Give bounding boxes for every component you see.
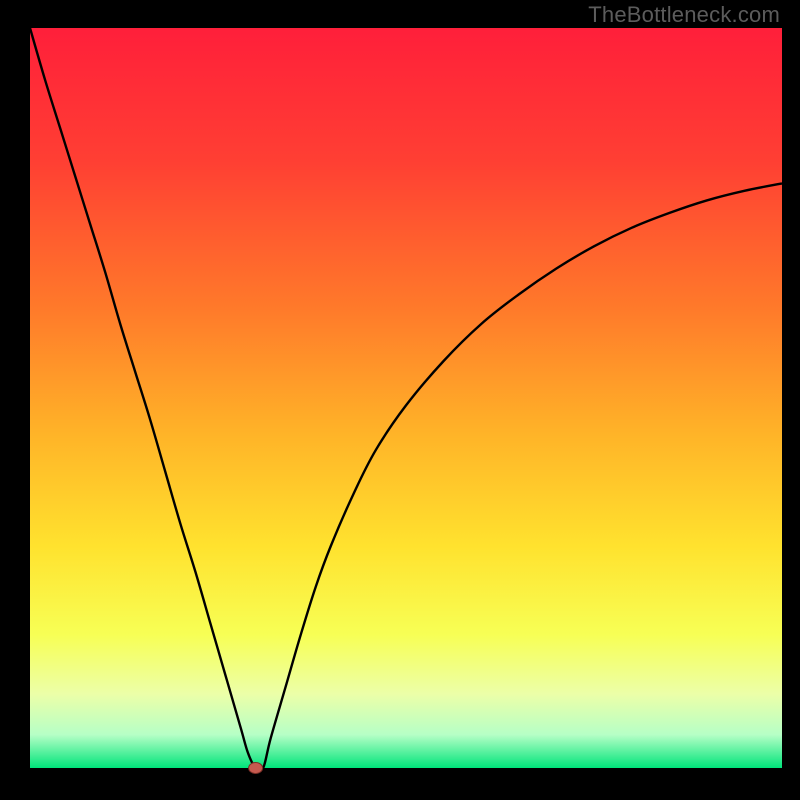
bottleneck-chart bbox=[0, 0, 800, 800]
optimal-point-marker bbox=[249, 763, 263, 774]
chart-frame: TheBottleneck.com bbox=[0, 0, 800, 800]
